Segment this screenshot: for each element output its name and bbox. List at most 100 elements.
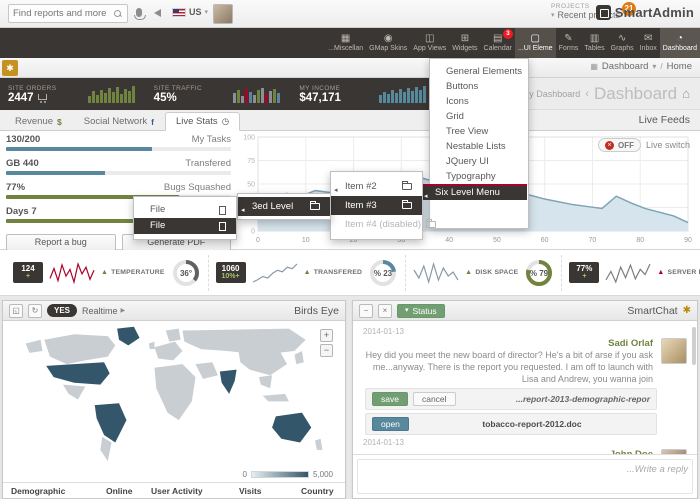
menu-item-typography[interactable]: Typography	[430, 169, 528, 184]
resize-icon[interactable]: ◱	[9, 304, 23, 318]
breadcrumb-parent[interactable]: Dashboard	[602, 61, 648, 72]
microphone-icon[interactable]	[136, 8, 142, 17]
brand-name: SmartAdmin	[615, 5, 694, 20]
breadcrumb-current[interactable]: Home	[667, 61, 692, 72]
nav-item-miscellaneous[interactable]: ▦ ...Miscellan	[325, 28, 366, 58]
menu-item-tree-view[interactable]: Tree View	[430, 124, 528, 139]
language-code: US	[189, 7, 202, 17]
minimize-icon[interactable]: −	[359, 304, 373, 318]
status-dropdown[interactable]: ▾ Status	[397, 304, 445, 318]
caret-down-icon: ▾	[551, 11, 555, 19]
map-legend: 0 5,000	[243, 470, 333, 479]
facebook-icon: f	[151, 117, 154, 127]
live-switch-toggle[interactable]: × OFF	[598, 138, 641, 152]
column-demographic[interactable]: Demographic	[3, 486, 98, 496]
nav-item-gmap-skins[interactable]: ◉ GMap Skins	[366, 28, 410, 58]
menu-item-six-level-menu[interactable]: ◂ Six Level Menu	[421, 184, 527, 200]
nav-item-graphs[interactable]: ∿ Graphs	[608, 28, 637, 58]
save-button[interactable]: save	[372, 392, 408, 406]
caret-down-icon: ▾	[405, 305, 409, 317]
menu-item-file[interactable]: File	[134, 218, 236, 234]
nav-item-widgets[interactable]: ⊞ Widgets	[449, 28, 480, 58]
menu-item-3ed-level[interactable]: ◂ 3ed Level	[238, 197, 330, 216]
nav-item-ui-elements[interactable]: ▢ ...UI Eleme	[515, 28, 556, 58]
nav-item-calendar[interactable]: 3 ▤ Calendar	[481, 28, 515, 58]
brand: SmartAdmin	[596, 5, 694, 20]
avatar-sadi-orlaf[interactable]	[661, 338, 687, 364]
tab-revenue[interactable]: Revenue $	[4, 112, 73, 131]
menu-item-file[interactable]: File	[134, 202, 236, 218]
column-online[interactable]: Online	[98, 486, 143, 496]
attachment-filename[interactable]: ...report-2013-demographic-repor	[516, 394, 650, 404]
menu-item-2[interactable]: ◂ Item #2	[331, 177, 422, 196]
quick-stats-bar: SITE ORDERS 2447 SITE TRAFFIC 45% MY INC…	[0, 78, 437, 110]
user-avatar[interactable]	[213, 4, 233, 24]
svg-text:10: 10	[302, 237, 310, 244]
svg-text:50: 50	[493, 237, 501, 244]
menu-item-grid[interactable]: Grid	[430, 109, 528, 124]
kpi-box: 1060 10%+	[216, 262, 246, 283]
nav-item-tables[interactable]: ▥ Tables	[581, 28, 607, 58]
nav-item-forms[interactable]: ✎ Forms	[556, 28, 582, 58]
reply-input[interactable]	[357, 459, 693, 494]
language-selector[interactable]: US ▾	[172, 7, 208, 17]
nav-item-app-views[interactable]: ◫ App Views	[410, 28, 449, 58]
search-input[interactable]	[9, 8, 114, 19]
menu-item-buttons[interactable]: Buttons	[430, 79, 528, 94]
column-country[interactable]: Country	[293, 486, 345, 496]
submenu-arrow-icon: ◂	[424, 190, 428, 204]
chat-message: Sadi Orlaf Hey did you meet the new boar…	[363, 338, 687, 385]
page-title: Dashboard	[594, 84, 677, 104]
live-widget-tabs-bar: Revenue $ Social Network f Live Stats ◷ …	[0, 110, 700, 131]
column-visits[interactable]: Visits	[231, 486, 293, 496]
cancel-button[interactable]: cancel	[413, 392, 456, 406]
kpi-sparkline-row: 124 + ▲TEMPERATURE 36° 1060 10%+ ▲TRANSF…	[0, 250, 700, 296]
transfered-sparkline	[252, 262, 298, 284]
zoom-in-button[interactable]: +	[320, 329, 333, 342]
menu-item-general-elements[interactable]: General Elements	[430, 64, 528, 79]
attachment-filename[interactable]: tobacco-report-2012.doc	[482, 419, 581, 429]
chat-scrollbar[interactable]	[692, 327, 696, 365]
menu-item-3[interactable]: Item #3	[331, 196, 422, 215]
file-icon	[219, 222, 226, 231]
stat-my-income: MY INCOME $47,171	[291, 78, 437, 110]
kpi-temperature: 124 + ▲TEMPERATURE 36°	[6, 255, 209, 291]
alaska	[26, 340, 43, 353]
menu-item-nestable-lists[interactable]: Nestable Lists	[430, 139, 528, 154]
africa	[154, 364, 195, 420]
menu-item-icons[interactable]: Icons	[430, 94, 528, 109]
attachment-row: open tobacco-report-2012.doc	[365, 413, 657, 435]
nav-item-inbox[interactable]: ✉ Inbox	[637, 28, 660, 58]
zoom-out-button[interactable]: −	[320, 344, 333, 357]
layout-settings-button[interactable]: ✱	[2, 60, 18, 76]
close-icon[interactable]: ×	[378, 304, 392, 318]
off-icon: ×	[605, 141, 614, 150]
legend-gradient	[251, 471, 309, 478]
report-bug-button[interactable]: Report a bug	[6, 234, 116, 251]
chat-settings-icon[interactable]: ✱	[683, 305, 691, 316]
realtime-control[interactable]: Realtime ▶	[82, 306, 125, 316]
scandinavia	[166, 329, 181, 342]
dashboard-icon: ◔	[677, 34, 683, 44]
australia	[272, 413, 311, 443]
server-load-sparkline	[605, 262, 651, 284]
yes-toggle[interactable]: YES	[47, 304, 77, 317]
menu-item-jquery-ui[interactable]: JQuery UI	[430, 154, 528, 169]
trend-up-icon: ▲	[657, 269, 664, 276]
column-user-activity[interactable]: User Activity	[143, 486, 231, 496]
app-views-icon: ◫	[425, 34, 434, 44]
tab-live-stats[interactable]: Live Stats ◷	[165, 112, 240, 131]
sender-name: Sadi Orlaf	[363, 338, 653, 349]
kpi-box: 77% +	[569, 262, 599, 283]
open-button[interactable]: open	[372, 417, 409, 431]
volume-icon[interactable]	[154, 9, 161, 17]
svg-text:0: 0	[256, 237, 260, 244]
clock-icon: ◷	[222, 116, 229, 127]
india	[220, 370, 237, 394]
refresh-icon[interactable]: ↻	[28, 304, 42, 318]
world-map[interactable]: + − 0 5,000	[3, 321, 345, 483]
global-search[interactable]	[8, 4, 128, 23]
tab-social-network[interactable]: Social Network f	[73, 112, 165, 131]
folder-icon	[402, 183, 412, 190]
nav-item-dashboard[interactable]: ◔ Dashboard	[660, 28, 700, 58]
